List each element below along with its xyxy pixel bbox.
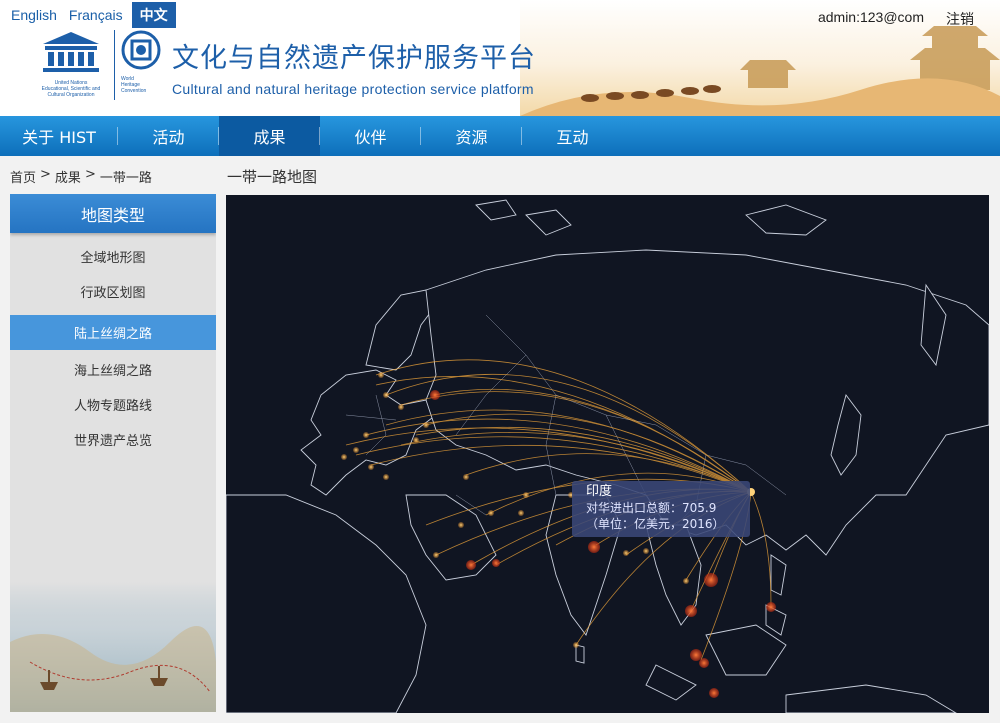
country-marker[interactable]: [492, 559, 500, 567]
world-heritage-logo: World Heritage Convention: [121, 30, 165, 94]
country-marker[interactable]: [383, 474, 389, 480]
sidebar-item-terrain-map[interactable]: 全域地形图: [10, 239, 216, 274]
user-account[interactable]: admin:123@com: [818, 9, 924, 29]
country-marker[interactable]: [685, 605, 697, 617]
country-marker[interactable]: [488, 510, 494, 516]
country-marker[interactable]: [458, 522, 464, 528]
sidebar-item-land-silk-road[interactable]: 陆上丝绸之路: [10, 315, 216, 350]
country-marker[interactable]: [643, 548, 649, 554]
country-marker[interactable]: [709, 688, 719, 698]
country-marker[interactable]: [463, 474, 469, 480]
breadcrumb-belt-road[interactable]: 一带一路: [100, 167, 152, 186]
unesco-temple-icon: [43, 32, 99, 72]
page-title: 一带一路地图: [227, 168, 318, 186]
unesco-logo: United Nations Educational, Scientific a…: [34, 30, 108, 98]
user-bar: admin:123@com 注销: [818, 9, 974, 29]
sidebar-item-figure-routes[interactable]: 人物专题路线: [10, 387, 216, 422]
map-tooltip: 印度 对华进出口总额：705.9 （单位：亿美元，2016）: [572, 481, 750, 537]
ancient-sea-map-decoration: [10, 582, 216, 712]
country-marker[interactable]: [699, 658, 709, 668]
site-title: 文化与自然遗产保护服务平台 Cultural and natural herit…: [172, 36, 536, 97]
lang-english[interactable]: English: [8, 5, 60, 25]
unesco-caption-line: Cultural Organization: [47, 92, 95, 98]
breadcrumb-achievements[interactable]: 成果: [55, 167, 81, 186]
country-marker[interactable]: [466, 560, 476, 570]
breadcrumb-separator: >: [40, 167, 51, 182]
breadcrumb: 首页 > 成果 > 一带一路: [10, 167, 152, 186]
country-marker[interactable]: [383, 392, 389, 398]
country-marker[interactable]: [363, 432, 369, 438]
country-marker[interactable]: [766, 602, 776, 612]
logo-divider: [114, 30, 115, 100]
nav-interaction[interactable]: 互动: [522, 116, 623, 156]
site-title-chinese: 文化与自然遗产保护服务平台: [172, 43, 536, 74]
nav-about[interactable]: 关于 HIST: [0, 116, 118, 156]
breadcrumb-separator: >: [84, 167, 96, 182]
logout-link[interactable]: 注销: [946, 9, 974, 29]
country-marker[interactable]: [423, 422, 429, 428]
logo-group[interactable]: United Nations Educational, Scientific a…: [34, 30, 165, 100]
nav-activities[interactable]: 活动: [118, 116, 219, 156]
whc-caption-line: Convention: [121, 88, 147, 94]
country-marker[interactable]: [704, 573, 718, 587]
country-marker-india[interactable]: [588, 541, 600, 553]
country-marker[interactable]: [353, 447, 359, 453]
site-header: English Français 中文 admin:123@com 注销 Uni…: [0, 0, 1000, 116]
country-marker[interactable]: [368, 464, 374, 470]
country-marker[interactable]: [518, 510, 524, 516]
nav-resources[interactable]: 资源: [421, 116, 522, 156]
sidebar-item-world-heritage[interactable]: 世界遗产总览: [10, 422, 216, 457]
country-marker[interactable]: [430, 390, 440, 400]
sidebar-title: 地图类型: [10, 194, 216, 233]
country-marker[interactable]: [413, 437, 419, 443]
country-marker[interactable]: [378, 372, 384, 378]
breadcrumb-home[interactable]: 首页: [10, 167, 36, 186]
map-type-sidebar: 地图类型 全域地形图 行政区划图 陆上丝绸之路 海上丝绸之路 人物专题路线 世界…: [10, 194, 216, 712]
tooltip-unit: （单位：亿美元，2016）: [586, 517, 725, 531]
site-title-english: Cultural and natural heritage protection…: [172, 81, 534, 97]
country-marker[interactable]: [523, 492, 529, 498]
world-heritage-emblem-icon: [121, 30, 161, 70]
tooltip-country: 印度: [586, 484, 613, 499]
sidebar-item-maritime-silk-road[interactable]: 海上丝绸之路: [10, 352, 216, 387]
country-marker[interactable]: [341, 454, 347, 460]
nav-achievements[interactable]: 成果: [219, 116, 320, 156]
lang-chinese[interactable]: 中文: [131, 2, 176, 28]
language-switcher: English Français 中文: [8, 2, 176, 28]
lang-french[interactable]: Français: [66, 5, 126, 25]
country-marker[interactable]: [683, 578, 689, 584]
nav-partners[interactable]: 伙伴: [320, 116, 421, 156]
world-map-canvas[interactable]: [226, 195, 989, 713]
country-marker[interactable]: [398, 404, 404, 410]
tooltip-trade-total: 对华进出口总额：705.9: [586, 501, 717, 515]
country-marker[interactable]: [433, 552, 439, 558]
belt-road-map[interactable]: 印度 对华进出口总额：705.9 （单位：亿美元，2016）: [226, 195, 989, 713]
country-marker[interactable]: [623, 550, 629, 556]
country-marker[interactable]: [690, 649, 702, 661]
main-nav: 关于 HIST 活动 成果 伙伴 资源 互动: [0, 116, 1000, 156]
country-marker[interactable]: [573, 642, 579, 648]
sidebar-item-admin-map[interactable]: 行政区划图: [10, 274, 216, 309]
